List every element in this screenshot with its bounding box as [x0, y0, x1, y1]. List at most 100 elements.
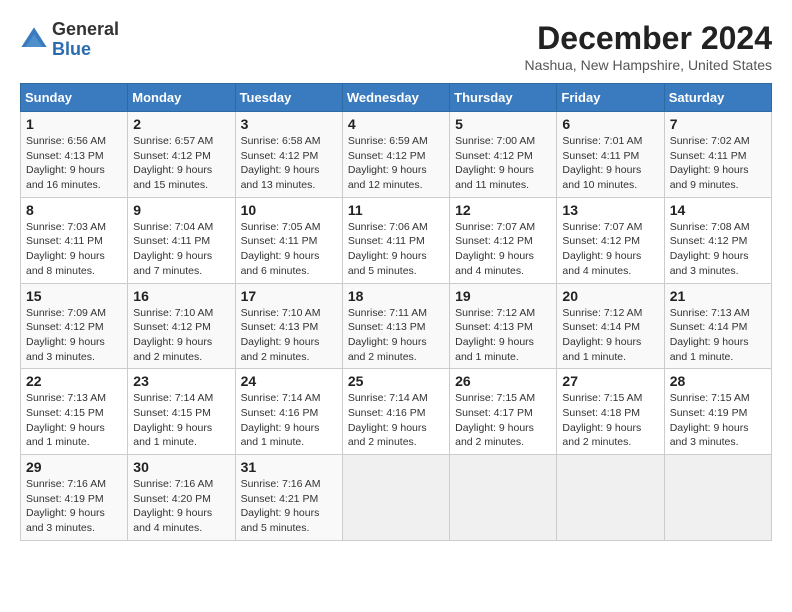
day-number: 16 — [133, 288, 229, 304]
calendar-cell: 31 Sunrise: 7:16 AM Sunset: 4:21 PM Dayli… — [235, 455, 342, 541]
day-number: 12 — [455, 202, 551, 218]
day-number: 10 — [241, 202, 337, 218]
day-number: 27 — [562, 373, 658, 389]
weekday-header-saturday: Saturday — [664, 84, 771, 112]
week-row-4: 29Sunrise: 7:16 AM Sunset: 4:19 PM Dayli… — [21, 455, 772, 541]
calendar-cell: 10 Sunrise: 7:05 AM Sunset: 4:11 PM Dayli… — [235, 197, 342, 283]
day-info: Sunrise: 7:16 AM Sunset: 4:20 PM Dayligh… — [133, 477, 229, 536]
day-number: 25 — [348, 373, 444, 389]
day-number: 19 — [455, 288, 551, 304]
calendar-cell: 22 Sunrise: 7:13 AM Sunset: 4:15 PM Dayli… — [21, 369, 128, 455]
day-number: 18 — [348, 288, 444, 304]
day-info: Sunrise: 6:59 AM Sunset: 4:12 PM Dayligh… — [348, 134, 444, 193]
day-number: 15 — [26, 288, 122, 304]
calendar-cell: 29Sunrise: 7:16 AM Sunset: 4:19 PM Dayli… — [21, 455, 128, 541]
calendar-cell: 18Sunrise: 7:11 AM Sunset: 4:13 PM Dayli… — [342, 283, 449, 369]
day-number: 6 — [562, 116, 658, 132]
calendar-cell: 3 Sunrise: 6:58 AM Sunset: 4:12 PM Daylig… — [235, 112, 342, 198]
day-info: Sunrise: 6:57 AM Sunset: 4:12 PM Dayligh… — [133, 134, 229, 193]
day-number: 24 — [241, 373, 337, 389]
logo: General Blue — [20, 20, 119, 60]
calendar-cell: 20 Sunrise: 7:12 AM Sunset: 4:14 PM Dayli… — [557, 283, 664, 369]
calendar-cell — [664, 455, 771, 541]
day-info: Sunrise: 7:14 AM Sunset: 4:15 PM Dayligh… — [133, 391, 229, 450]
day-info: Sunrise: 7:16 AM Sunset: 4:21 PM Dayligh… — [241, 477, 337, 536]
calendar-cell: 16 Sunrise: 7:10 AM Sunset: 4:12 PM Dayli… — [128, 283, 235, 369]
day-info: Sunrise: 7:04 AM Sunset: 4:11 PM Dayligh… — [133, 220, 229, 279]
day-info: Sunrise: 7:05 AM Sunset: 4:11 PM Dayligh… — [241, 220, 337, 279]
calendar-cell: 11Sunrise: 7:06 AM Sunset: 4:11 PM Dayli… — [342, 197, 449, 283]
calendar-cell: 25 Sunrise: 7:14 AM Sunset: 4:16 PM Dayli… — [342, 369, 449, 455]
day-info: Sunrise: 6:58 AM Sunset: 4:12 PM Dayligh… — [241, 134, 337, 193]
day-number: 14 — [670, 202, 766, 218]
weekday-header-sunday: Sunday — [21, 84, 128, 112]
calendar-cell: 13 Sunrise: 7:07 AM Sunset: 4:12 PM Dayli… — [557, 197, 664, 283]
calendar-cell: 27Sunrise: 7:15 AM Sunset: 4:18 PM Dayli… — [557, 369, 664, 455]
day-number: 2 — [133, 116, 229, 132]
day-number: 8 — [26, 202, 122, 218]
calendar-cell: 14 Sunrise: 7:08 AM Sunset: 4:12 PM Dayli… — [664, 197, 771, 283]
day-number: 17 — [241, 288, 337, 304]
day-number: 3 — [241, 116, 337, 132]
day-number: 20 — [562, 288, 658, 304]
weekday-header-wednesday: Wednesday — [342, 84, 449, 112]
day-info: Sunrise: 7:00 AM Sunset: 4:12 PM Dayligh… — [455, 134, 551, 193]
page-header: General Blue December 2024 Nashua, New H… — [20, 20, 772, 73]
calendar-cell: 26 Sunrise: 7:15 AM Sunset: 4:17 PM Dayli… — [450, 369, 557, 455]
calendar-cell: 1Sunrise: 6:56 AM Sunset: 4:13 PM Daylig… — [21, 112, 128, 198]
day-number: 5 — [455, 116, 551, 132]
day-info: Sunrise: 7:10 AM Sunset: 4:12 PM Dayligh… — [133, 306, 229, 365]
calendar-cell — [342, 455, 449, 541]
logo-text: General Blue — [52, 20, 119, 60]
calendar-cell: 6 Sunrise: 7:01 AM Sunset: 4:11 PM Daylig… — [557, 112, 664, 198]
day-info: Sunrise: 7:09 AM Sunset: 4:12 PM Dayligh… — [26, 306, 122, 365]
calendar-cell: 28Sunrise: 7:15 AM Sunset: 4:19 PM Dayli… — [664, 369, 771, 455]
calendar-cell: 4 Sunrise: 6:59 AM Sunset: 4:12 PM Daylig… — [342, 112, 449, 198]
calendar-cell: 7Sunrise: 7:02 AM Sunset: 4:11 PM Daylig… — [664, 112, 771, 198]
day-info: Sunrise: 7:13 AM Sunset: 4:14 PM Dayligh… — [670, 306, 766, 365]
calendar-cell: 15 Sunrise: 7:09 AM Sunset: 4:12 PM Dayli… — [21, 283, 128, 369]
day-info: Sunrise: 7:12 AM Sunset: 4:14 PM Dayligh… — [562, 306, 658, 365]
calendar-table: SundayMondayTuesdayWednesdayThursdayFrid… — [20, 83, 772, 541]
day-number: 30 — [133, 459, 229, 475]
calendar-cell: 9 Sunrise: 7:04 AM Sunset: 4:11 PM Daylig… — [128, 197, 235, 283]
day-info: Sunrise: 7:07 AM Sunset: 4:12 PM Dayligh… — [455, 220, 551, 279]
day-info: Sunrise: 7:14 AM Sunset: 4:16 PM Dayligh… — [348, 391, 444, 450]
day-number: 29 — [26, 459, 122, 475]
day-number: 23 — [133, 373, 229, 389]
day-number: 7 — [670, 116, 766, 132]
day-info: Sunrise: 7:13 AM Sunset: 4:15 PM Dayligh… — [26, 391, 122, 450]
calendar-cell: 30 Sunrise: 7:16 AM Sunset: 4:20 PM Dayli… — [128, 455, 235, 541]
day-number: 26 — [455, 373, 551, 389]
weekday-header-thursday: Thursday — [450, 84, 557, 112]
day-info: Sunrise: 7:07 AM Sunset: 4:12 PM Dayligh… — [562, 220, 658, 279]
day-number: 4 — [348, 116, 444, 132]
day-info: Sunrise: 7:12 AM Sunset: 4:13 PM Dayligh… — [455, 306, 551, 365]
weekday-header-tuesday: Tuesday — [235, 84, 342, 112]
day-number: 1 — [26, 116, 122, 132]
weekday-header-row: SundayMondayTuesdayWednesdayThursdayFrid… — [21, 84, 772, 112]
title-area: December 2024 Nashua, New Hampshire, Uni… — [525, 20, 772, 73]
week-row-0: 1Sunrise: 6:56 AM Sunset: 4:13 PM Daylig… — [21, 112, 772, 198]
week-row-1: 8 Sunrise: 7:03 AM Sunset: 4:11 PM Daylig… — [21, 197, 772, 283]
weekday-header-friday: Friday — [557, 84, 664, 112]
day-number: 22 — [26, 373, 122, 389]
day-info: Sunrise: 7:01 AM Sunset: 4:11 PM Dayligh… — [562, 134, 658, 193]
day-number: 9 — [133, 202, 229, 218]
week-row-2: 15 Sunrise: 7:09 AM Sunset: 4:12 PM Dayli… — [21, 283, 772, 369]
day-info: Sunrise: 7:15 AM Sunset: 4:17 PM Dayligh… — [455, 391, 551, 450]
day-info: Sunrise: 7:15 AM Sunset: 4:19 PM Dayligh… — [670, 391, 766, 450]
day-number: 31 — [241, 459, 337, 475]
day-info: Sunrise: 7:14 AM Sunset: 4:16 PM Dayligh… — [241, 391, 337, 450]
day-info: Sunrise: 7:03 AM Sunset: 4:11 PM Dayligh… — [26, 220, 122, 279]
day-number: 13 — [562, 202, 658, 218]
calendar-cell: 5 Sunrise: 7:00 AM Sunset: 4:12 PM Daylig… — [450, 112, 557, 198]
week-row-3: 22 Sunrise: 7:13 AM Sunset: 4:15 PM Dayli… — [21, 369, 772, 455]
calendar-body: 1Sunrise: 6:56 AM Sunset: 4:13 PM Daylig… — [21, 112, 772, 541]
calendar-cell — [557, 455, 664, 541]
day-info: Sunrise: 7:08 AM Sunset: 4:12 PM Dayligh… — [670, 220, 766, 279]
calendar-cell: 21Sunrise: 7:13 AM Sunset: 4:14 PM Dayli… — [664, 283, 771, 369]
weekday-header-monday: Monday — [128, 84, 235, 112]
location-title: Nashua, New Hampshire, United States — [525, 57, 772, 73]
calendar-cell — [450, 455, 557, 541]
